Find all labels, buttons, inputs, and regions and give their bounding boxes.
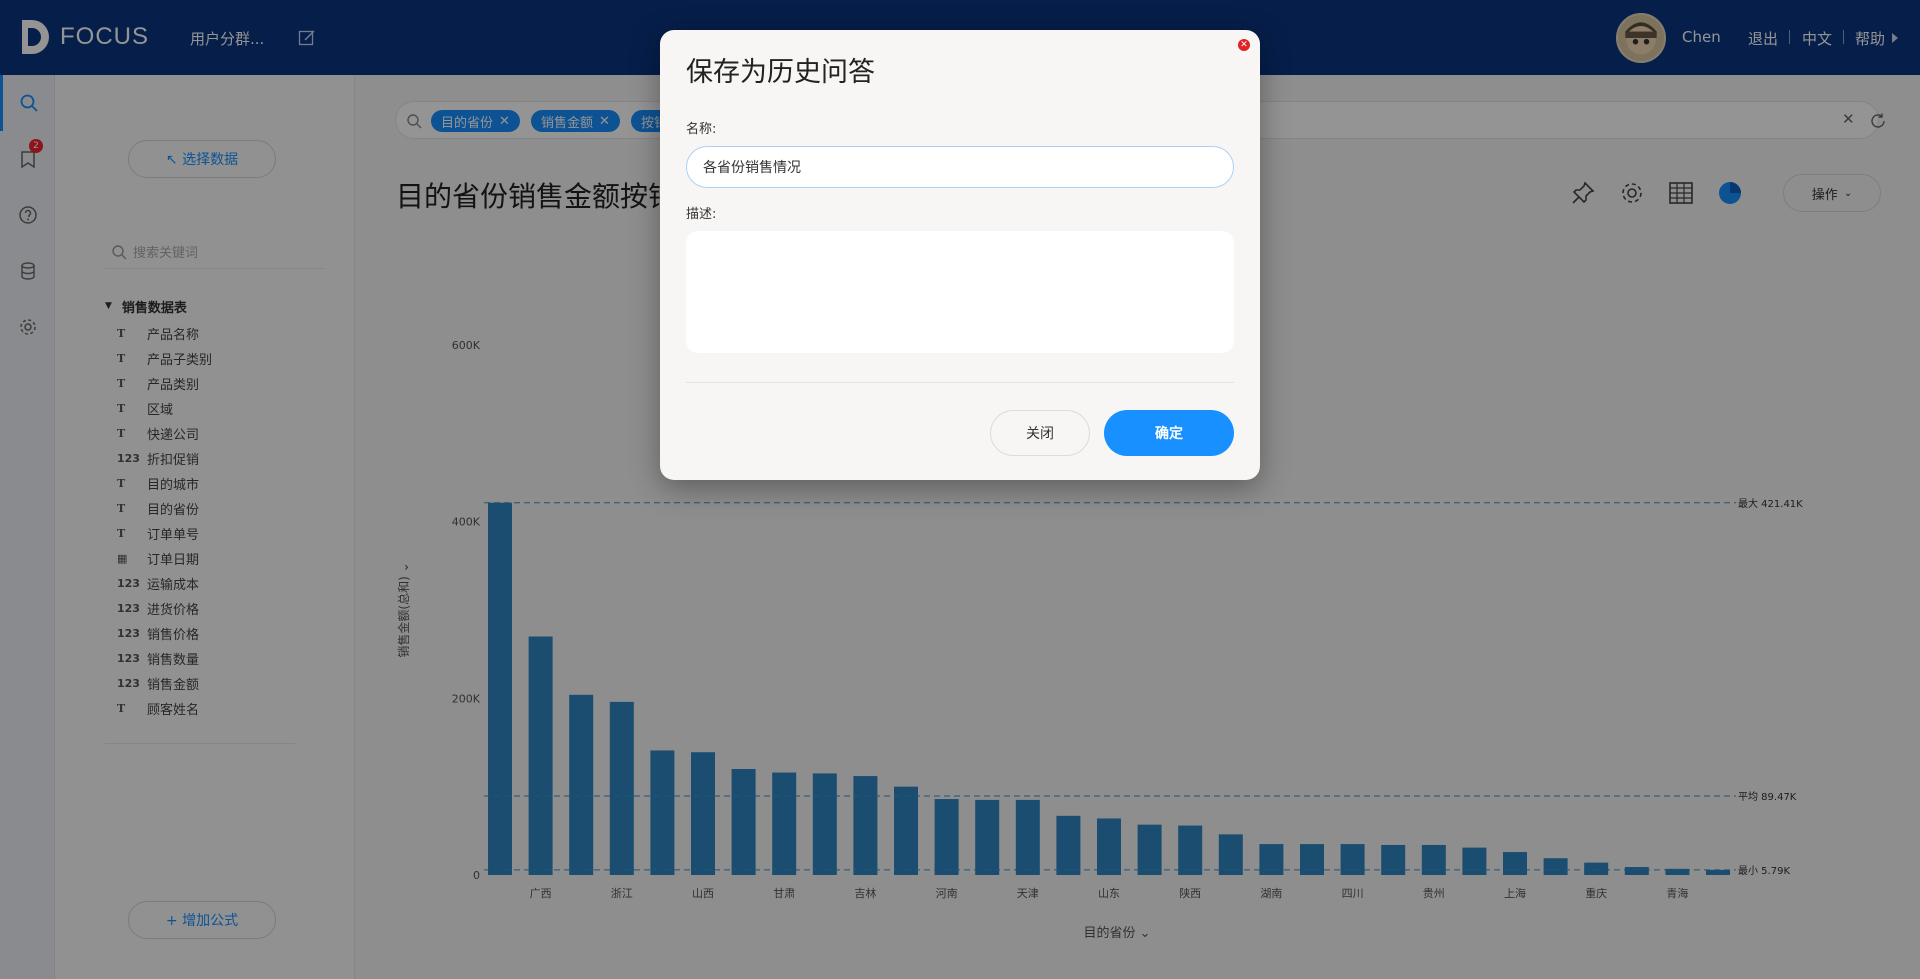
confirm-button[interactable]: 确定 [1104, 410, 1234, 456]
close-button[interactable]: 关闭 [990, 410, 1090, 456]
divider [686, 382, 1234, 383]
name-input[interactable] [686, 146, 1234, 188]
description-label: 描述: [686, 207, 717, 222]
close-icon[interactable]: ✕ [1238, 39, 1250, 51]
dialog-title: 保存为历史问答 [686, 57, 875, 88]
save-history-dialog: 保存为历史问答 ✕ 名称: 描述: 关闭 确定 [660, 30, 1260, 480]
description-input[interactable] [686, 231, 1234, 353]
name-label: 名称: [686, 122, 717, 137]
